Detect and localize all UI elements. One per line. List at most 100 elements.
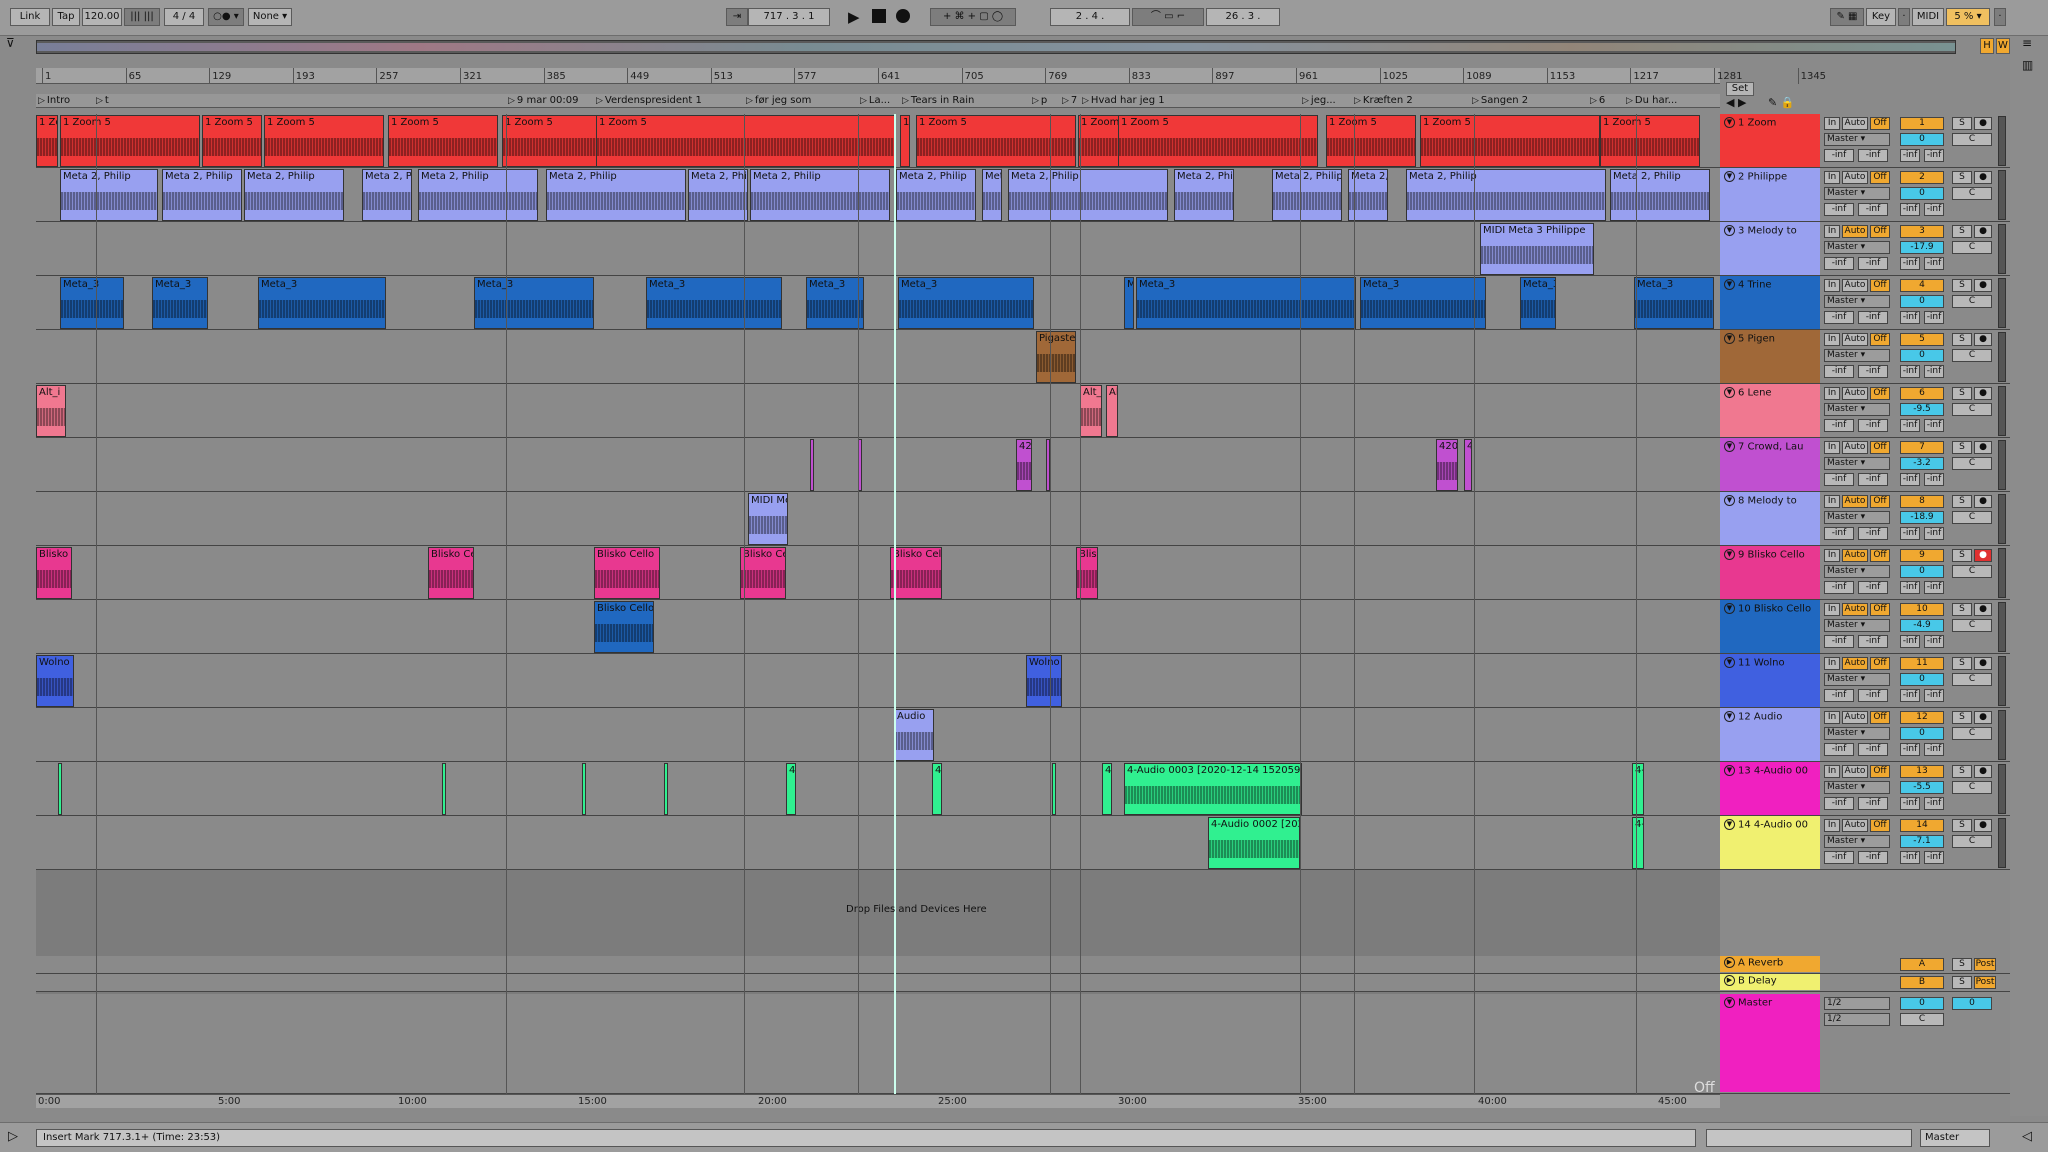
track-pan[interactable]: C (1952, 835, 1992, 848)
audio-clip[interactable]: Meta 2, Philip (418, 169, 538, 221)
track-auto-button[interactable]: Auto (1842, 549, 1868, 562)
audio-clip[interactable]: 4-Audio 0003 [2020-12-14 152059] (1124, 763, 1302, 815)
track-fold-icon[interactable]: ▼ (1724, 603, 1735, 614)
track-volume[interactable]: 0 (1900, 295, 1944, 308)
track-off-button[interactable]: Off (1870, 657, 1890, 670)
track-output-selector[interactable]: Master ▾ (1824, 241, 1890, 254)
locator-marker[interactable]: Kræften 2 (1354, 95, 1413, 106)
audio-clip[interactable]: Meta 2, Philip (688, 169, 748, 221)
track-auto-button[interactable]: Auto (1842, 333, 1868, 346)
track-fold-icon[interactable]: ▼ (1724, 657, 1735, 668)
audio-clip[interactable]: 1 Zoom 5 (202, 115, 262, 167)
link-button[interactable]: Link (10, 8, 50, 26)
audio-clip[interactable]: Meta_3 (646, 277, 782, 329)
track-name[interactable]: ▼ 13 4-Audio 00 (1720, 762, 1820, 815)
return-track-name[interactable]: ▶ A Reverb (1720, 956, 1820, 972)
track-solo-button[interactable]: S (1952, 333, 1972, 346)
track-auto-button[interactable]: Auto (1842, 495, 1868, 508)
track-solo-button[interactable]: S (1952, 819, 1972, 832)
return-activator[interactable]: B (1900, 976, 1944, 989)
track-name[interactable]: ▼ 4 Trine (1720, 276, 1820, 329)
audio-clip[interactable]: Audio (894, 709, 934, 761)
track-solo-button[interactable]: S (1952, 225, 1972, 238)
tap-tempo-button[interactable]: Tap (52, 8, 80, 26)
track-volume[interactable]: -18.9 (1900, 511, 1944, 524)
track-solo-button[interactable]: S (1952, 549, 1972, 562)
track-off-button[interactable]: Off (1870, 711, 1890, 724)
metronome-bars-icon[interactable]: ||| ||| (124, 8, 160, 26)
audio-clip[interactable]: Alt_i (1080, 385, 1102, 437)
track-output-selector[interactable]: Master ▾ (1824, 457, 1890, 470)
track-fold-icon[interactable]: ▼ (1724, 279, 1735, 290)
track-in-button[interactable]: In (1824, 603, 1840, 616)
master-output-selector[interactable]: Master (1920, 1129, 1990, 1147)
track-auto-button[interactable]: Auto (1842, 387, 1868, 400)
loop-start-field[interactable]: 2 . 4 . (1050, 8, 1130, 26)
track-auto-button[interactable]: Auto (1842, 279, 1868, 292)
track-arm-icon[interactable]: ● (1974, 333, 1992, 346)
track-activator[interactable]: 1 (1900, 117, 1944, 130)
track-off-button[interactable]: Off (1870, 819, 1890, 832)
audio-clip[interactable]: 420 (810, 439, 814, 491)
track-solo-button[interactable]: S (1952, 171, 1972, 184)
audio-clip[interactable]: Meta_3 (152, 277, 208, 329)
track-arm-icon[interactable]: ● (1974, 387, 1992, 400)
track-off-button[interactable]: Off (1870, 117, 1890, 130)
track-output-selector[interactable]: Master ▾ (1824, 673, 1890, 686)
track-pan[interactable]: C (1952, 565, 1992, 578)
return-post-button[interactable]: Post (1974, 976, 1996, 989)
tempo-field[interactable]: 120.00 (82, 8, 122, 26)
audio-clip[interactable]: Meta_3 (1520, 277, 1556, 329)
track-solo-button[interactable]: S (1952, 279, 1972, 292)
track-fold-icon[interactable]: ▼ (1724, 819, 1735, 830)
track-name[interactable]: ▼ 14 4-Audio 00 (1720, 816, 1820, 869)
track-arm-icon[interactable]: ● (1974, 765, 1992, 778)
locator-marker[interactable]: Tears in Rain (902, 95, 974, 106)
track-output-selector[interactable]: Master ▾ (1824, 511, 1890, 524)
panel-toggle-icon[interactable]: ▥ (2022, 58, 2033, 72)
track-arm-icon[interactable]: ● (1974, 657, 1992, 670)
track-in-button[interactable]: In (1824, 117, 1840, 130)
locator-marker[interactable]: La... (860, 95, 890, 106)
master-cue-volume[interactable]: 0 (1952, 997, 1992, 1010)
track-activator[interactable]: 4 (1900, 279, 1944, 292)
track-arm-icon[interactable]: ● (1974, 171, 1992, 184)
track-pan[interactable]: C (1952, 673, 1992, 686)
track-lane[interactable]: Audio (36, 708, 1720, 762)
audio-clip[interactable]: 1 Zoom 5 (1420, 115, 1600, 167)
track-volume[interactable]: 0 (1900, 673, 1944, 686)
locator-marker[interactable]: Sangen 2 (1472, 95, 1528, 106)
audio-clip[interactable]: Blisko Cello (740, 547, 786, 599)
lock-icon[interactable]: ✎ 🔒 (1768, 96, 1794, 109)
track-output-selector[interactable]: Master ▾ (1824, 619, 1890, 632)
locator-marker[interactable]: Intro (38, 95, 70, 106)
track-pan[interactable]: C (1952, 727, 1992, 740)
track-pan[interactable]: C (1952, 619, 1992, 632)
track-arm-icon[interactable]: ● (1974, 819, 1992, 832)
track-pan[interactable]: C (1952, 295, 1992, 308)
return-activator[interactable]: A (1900, 958, 1944, 971)
set-locator-button[interactable]: Set (1726, 82, 1754, 96)
track-off-button[interactable]: Off (1870, 549, 1890, 562)
audio-clip[interactable]: Blisko Cello (594, 547, 660, 599)
track-name[interactable]: ▼ 6 Lene (1720, 384, 1820, 437)
track-volume[interactable]: 0 (1900, 349, 1944, 362)
track-name[interactable]: ▼ 1 Zoom (1720, 114, 1820, 167)
track-in-button[interactable]: In (1824, 333, 1840, 346)
follow-icon[interactable]: ⇥ (726, 8, 748, 26)
track-lane[interactable]: MIDI Meta 3 Philippe (36, 222, 1720, 276)
track-fold-icon[interactable]: ▼ (1724, 333, 1735, 344)
track-volume[interactable]: 0 (1900, 133, 1944, 146)
track-in-button[interactable]: In (1824, 711, 1840, 724)
master-volume[interactable]: 0 (1900, 997, 1944, 1010)
key-map-button[interactable]: Key (1866, 8, 1896, 26)
track-name[interactable]: ▼ 8 Melody to (1720, 492, 1820, 545)
return-solo-button[interactable]: S (1952, 958, 1972, 971)
track-volume[interactable]: 0 (1900, 187, 1944, 200)
audio-clip[interactable]: 4-Audio 0003 [2020-12-14 152059] (582, 763, 586, 815)
audio-clip[interactable]: Meta 2, Philip (1406, 169, 1606, 221)
audio-clip[interactable]: 1 Zoom 5 (264, 115, 384, 167)
audio-clip[interactable]: Meta 2, Philip (1610, 169, 1710, 221)
track-fold-icon[interactable]: ▼ (1724, 765, 1735, 776)
master-cue-split-2[interactable]: 1/2 (1824, 1013, 1890, 1026)
